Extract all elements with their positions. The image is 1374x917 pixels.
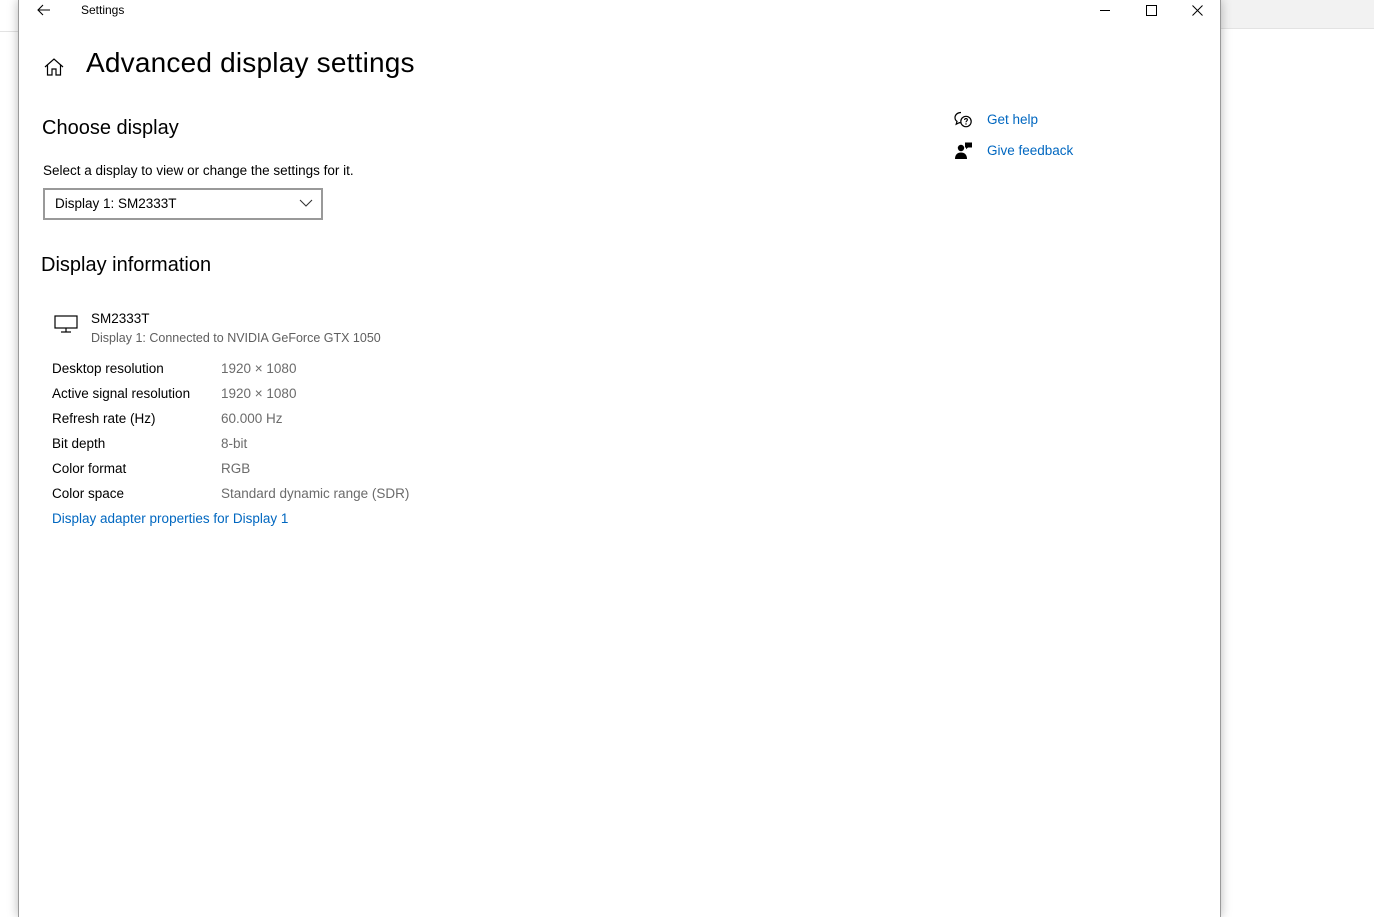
back-arrow-icon <box>37 4 50 16</box>
info-value: Standard dynamic range (SDR) <box>221 486 410 501</box>
info-label: Active signal resolution <box>52 386 191 401</box>
info-row-bit-depth: Bit depth 8-bit <box>52 436 652 456</box>
info-value: 1920 × 1080 <box>221 386 297 401</box>
minimize-button[interactable] <box>1082 0 1128 20</box>
monitor-name: SM2333T <box>91 311 150 326</box>
give-feedback-link-item[interactable]: Give feedback <box>953 141 1153 163</box>
display-information-heading: Display information <box>41 254 212 276</box>
minimize-icon <box>1099 9 1110 11</box>
maximize-icon <box>1145 4 1157 16</box>
info-value: 1920 × 1080 <box>221 361 297 376</box>
info-row-refresh-rate: Refresh rate (Hz) 60.000 Hz <box>52 411 652 431</box>
maximize-button[interactable] <box>1128 0 1174 20</box>
info-row-desktop-resolution: Desktop resolution 1920 × 1080 <box>52 361 652 381</box>
window-title: Settings <box>81 3 125 17</box>
info-row-active-signal-resolution: Active signal resolution 1920 × 1080 <box>52 386 652 406</box>
feedback-person-icon <box>955 142 972 159</box>
info-label: Desktop resolution <box>52 361 164 376</box>
give-feedback-link[interactable]: Give feedback <box>987 143 1073 158</box>
close-button[interactable] <box>1174 0 1220 20</box>
settings-window: Settings Advanced display settings Choos… <box>18 0 1221 917</box>
info-label: Color space <box>52 486 125 501</box>
info-value: RGB <box>221 461 251 476</box>
info-label: Color format <box>52 461 127 476</box>
background-window-right <box>1219 0 1374 917</box>
display-select-dropdown[interactable]: Display 1: SM2333T <box>43 188 323 220</box>
page-title: Advanced display settings <box>86 47 415 78</box>
chevron-down-icon <box>299 199 313 207</box>
home-icon[interactable] <box>43 56 65 78</box>
display-adapter-properties-link[interactable]: Display adapter properties for Display 1 <box>52 511 288 526</box>
monitor-connection: Display 1: Connected to NVIDIA GeForce G… <box>91 331 381 345</box>
info-row-color-format: Color format RGB <box>52 461 652 481</box>
back-button[interactable] <box>33 0 55 20</box>
title-bar: Settings <box>19 0 1220 22</box>
info-label: Refresh rate (Hz) <box>52 411 156 426</box>
close-icon <box>1191 4 1203 16</box>
get-help-link-item[interactable]: Get help <box>953 110 1153 132</box>
info-label: Bit depth <box>52 436 106 451</box>
choose-display-heading: Choose display <box>42 117 179 139</box>
info-row-color-space: Color space Standard dynamic range (SDR) <box>52 486 652 506</box>
choose-display-description: Select a display to view or change the s… <box>43 163 354 178</box>
background-window-left <box>0 0 18 917</box>
info-value: 8-bit <box>221 436 248 451</box>
monitor-icon <box>54 315 78 333</box>
info-value: 60.000 Hz <box>221 411 283 426</box>
display-select-value: Display 1: SM2333T <box>55 196 177 211</box>
get-help-link[interactable]: Get help <box>987 112 1038 127</box>
help-chat-icon <box>954 111 972 128</box>
